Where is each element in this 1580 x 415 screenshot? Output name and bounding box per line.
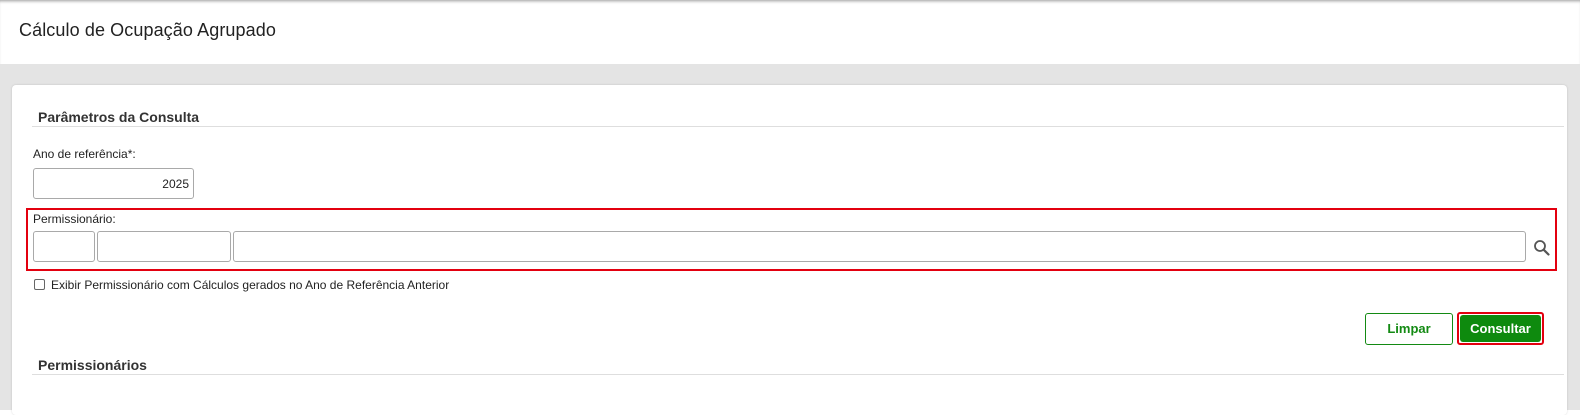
permissionario-name-input[interactable]	[233, 231, 1526, 262]
results-section-divider	[32, 374, 1564, 375]
previous-year-checkbox[interactable]	[34, 279, 45, 290]
submit-button[interactable]: Consultar	[1460, 315, 1541, 342]
results-section-title: Permissionários	[38, 357, 147, 373]
search-icon[interactable]	[1532, 238, 1552, 258]
previous-year-checkbox-label: Exibir Permissionário com Cálculos gerad…	[51, 278, 450, 292]
year-input[interactable]	[33, 168, 194, 199]
page-header: Cálculo de Ocupação Agrupado	[0, 0, 1580, 64]
params-section-title: Parâmetros da Consulta	[38, 109, 200, 125]
permissionario-label: Permissionário:	[33, 212, 116, 226]
page-title: Cálculo de Ocupação Agrupado	[19, 20, 276, 40]
permissionario-document-input[interactable]	[97, 231, 231, 262]
params-section-divider	[32, 126, 1564, 127]
year-label: Ano de referência*:	[33, 147, 136, 161]
query-panel: Parâmetros da Consulta Ano de referência…	[12, 85, 1567, 415]
submit-highlight: Consultar	[1457, 312, 1544, 345]
clear-button[interactable]: Limpar	[1365, 313, 1453, 345]
permissionario-code-input[interactable]	[33, 231, 95, 262]
